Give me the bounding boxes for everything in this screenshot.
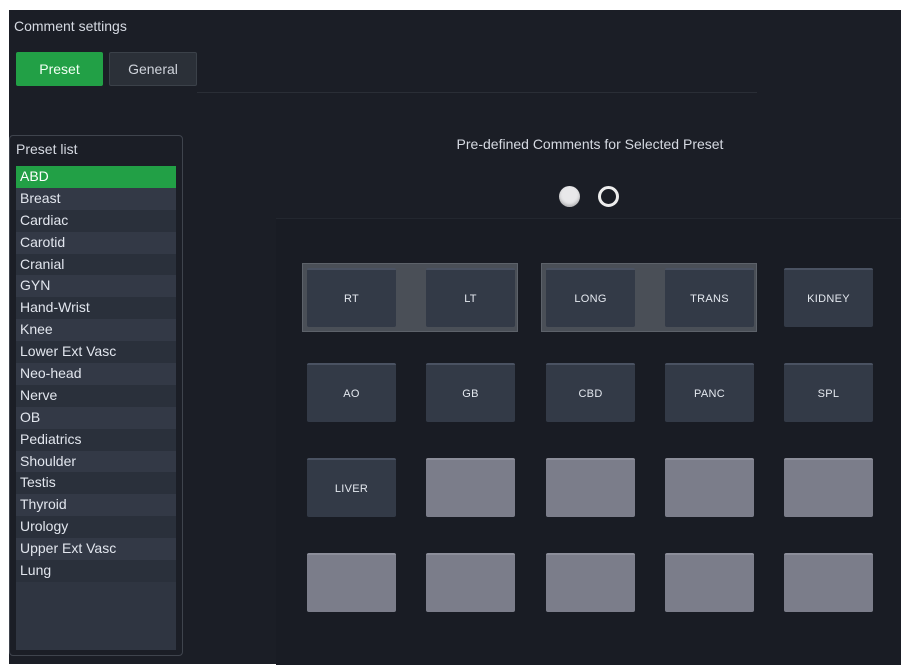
comment-button-empty[interactable] bbox=[665, 458, 754, 517]
comment-button-empty[interactable] bbox=[426, 458, 515, 517]
page-indicator-2[interactable] bbox=[598, 186, 619, 207]
preset-item-knee[interactable]: Knee bbox=[16, 319, 176, 342]
comment-button-rt[interactable]: RT bbox=[307, 268, 396, 327]
preset-item-urology[interactable]: Urology bbox=[16, 516, 176, 539]
comment-button-kidney[interactable]: KIDNEY bbox=[784, 268, 873, 327]
comment-button-empty[interactable] bbox=[784, 553, 873, 612]
comments-heading: Pre-defined Comments for Selected Preset bbox=[456, 136, 724, 152]
preset-item-testis[interactable]: Testis bbox=[16, 472, 176, 495]
tab-divider bbox=[197, 92, 757, 93]
comment-button-cbd[interactable]: CBD bbox=[546, 363, 635, 422]
preset-item-neo-head[interactable]: Neo-head bbox=[16, 363, 176, 385]
comment-button-liver[interactable]: LIVER bbox=[307, 458, 396, 517]
tab-general[interactable]: General bbox=[109, 52, 197, 86]
preset-item-shoulder[interactable]: Shoulder bbox=[16, 450, 176, 473]
preset-item-upper-ext-vasc[interactable]: Upper Ext Vasc bbox=[16, 538, 176, 561]
preset-list[interactable]: ABD Breast Cardiac Carotid Cranial GYN H… bbox=[16, 166, 176, 650]
preset-item-thyroid[interactable]: Thyroid bbox=[16, 494, 176, 517]
preset-item-carotid[interactable]: Carotid bbox=[16, 231, 176, 254]
comment-button-empty[interactable] bbox=[307, 553, 396, 612]
comment-button-empty[interactable] bbox=[784, 458, 873, 517]
preset-item-pediatrics[interactable]: Pediatrics bbox=[16, 428, 176, 451]
preset-item-lower-ext-vasc[interactable]: Lower Ext Vasc bbox=[16, 341, 176, 364]
preset-item-hand-wrist[interactable]: Hand-Wrist bbox=[16, 297, 176, 320]
comment-button-empty[interactable] bbox=[426, 553, 515, 612]
comment-button-empty[interactable] bbox=[665, 553, 754, 612]
comment-button-gb[interactable]: GB bbox=[426, 363, 515, 422]
preset-list-panel: Preset list ABD Breast Cardiac Carotid C… bbox=[9, 135, 183, 656]
preset-item-gyn[interactable]: GYN bbox=[16, 275, 176, 298]
top-border bbox=[0, 0, 901, 10]
preset-item-lung[interactable]: Lung bbox=[16, 560, 176, 582]
page-indicator-1[interactable] bbox=[559, 186, 580, 207]
tab-preset[interactable]: Preset bbox=[16, 52, 103, 86]
preset-item-ob[interactable]: OB bbox=[16, 406, 176, 429]
comment-button-lt[interactable]: LT bbox=[426, 268, 515, 327]
preset-item-nerve[interactable]: Nerve bbox=[16, 384, 176, 407]
comment-button-trans[interactable]: TRANS bbox=[665, 268, 754, 327]
comment-button-spl[interactable]: SPL bbox=[784, 363, 873, 422]
comment-button-long[interactable]: LONG bbox=[546, 268, 635, 327]
comment-button-empty[interactable] bbox=[546, 458, 635, 517]
preset-item-cardiac[interactable]: Cardiac bbox=[16, 209, 176, 232]
preset-list-heading: Preset list bbox=[16, 141, 78, 157]
comment-button-empty[interactable] bbox=[546, 553, 635, 612]
comment-settings-screen: Comment settings Preset General Preset l… bbox=[0, 0, 901, 665]
comment-button-panc[interactable]: PANC bbox=[665, 363, 754, 422]
preset-item-abd[interactable]: ABD bbox=[16, 166, 176, 188]
comment-button-ao[interactable]: AO bbox=[307, 363, 396, 422]
page-title: Comment settings bbox=[14, 18, 127, 34]
left-border bbox=[0, 0, 9, 664]
preset-item-breast[interactable]: Breast bbox=[16, 187, 176, 210]
preset-item-cranial[interactable]: Cranial bbox=[16, 253, 176, 276]
